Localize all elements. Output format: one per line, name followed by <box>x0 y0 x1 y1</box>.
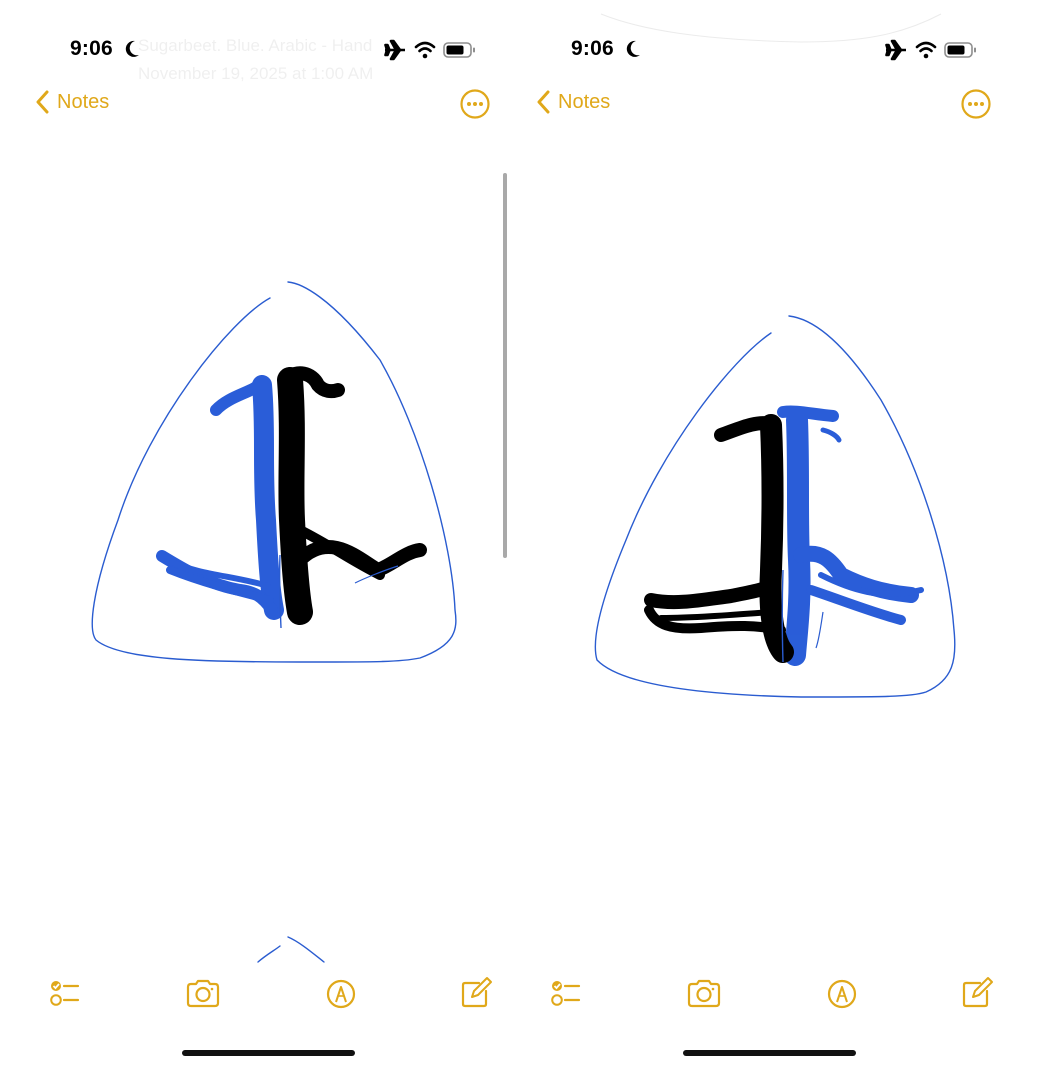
bottom-toolbar <box>501 976 1002 1020</box>
home-indicator[interactable] <box>683 1050 856 1056</box>
camera-icon[interactable] <box>185 976 221 1010</box>
checklist-icon[interactable] <box>48 976 82 1010</box>
handwritten-drawing[interactable] <box>501 0 1002 1086</box>
checklist-icon[interactable] <box>549 976 583 1010</box>
compose-icon[interactable] <box>459 976 493 1010</box>
pen-tip-icon[interactable] <box>324 976 358 1010</box>
drawing-black-strokes <box>277 366 427 625</box>
scroll-indicator-left[interactable] <box>503 173 507 558</box>
pen-tip-icon[interactable] <box>825 976 859 1010</box>
drawing-blue-strokes <box>156 375 284 620</box>
camera-icon[interactable] <box>686 976 722 1010</box>
note-screen-left: Sugarbeet. Blue. Arabic - Hand November … <box>0 0 501 1086</box>
home-indicator[interactable] <box>182 1050 355 1056</box>
drawing-black-strokes <box>644 414 794 663</box>
compose-icon[interactable] <box>960 976 994 1010</box>
drawing-partial-stroke <box>257 936 325 963</box>
bottom-toolbar <box>0 976 501 1020</box>
note-screen-right: 9:06 Notes <box>501 0 1002 1086</box>
handwritten-drawing[interactable] <box>0 0 501 1086</box>
drawing-blue-strokes <box>777 405 924 666</box>
